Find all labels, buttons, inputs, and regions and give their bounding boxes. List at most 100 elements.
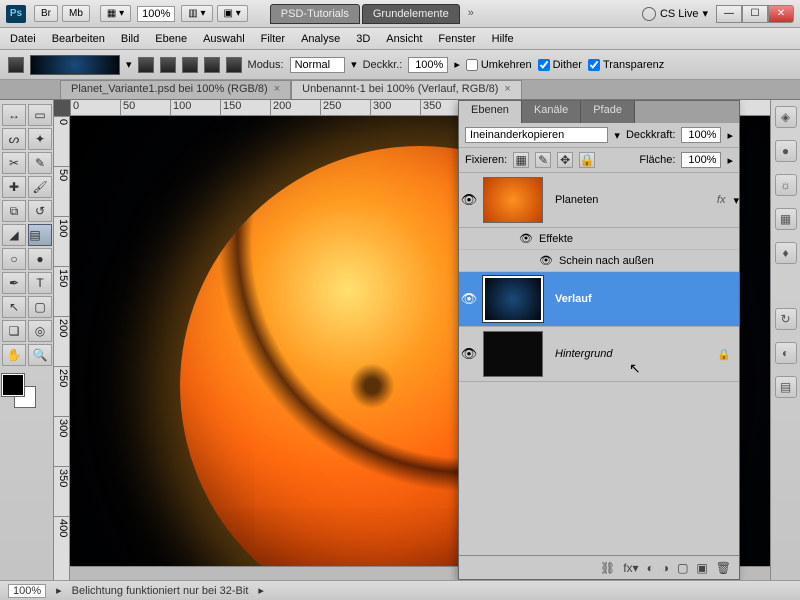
lock-transparency-icon[interactable]: ▦ [513, 152, 529, 168]
menu-ansicht[interactable]: Ansicht [386, 33, 422, 45]
history-dock-icon[interactable]: ↻ [775, 308, 797, 330]
layer-fill-input[interactable]: 100% [681, 152, 721, 168]
opacity-input[interactable]: 100% [408, 57, 448, 73]
visibility-icon[interactable]: 👁 [539, 254, 553, 267]
shape-tool[interactable]: ▢ [28, 296, 52, 318]
zoom-tool[interactable]: 🔍 [28, 344, 52, 366]
menu-3d[interactable]: 3D [356, 33, 370, 45]
3d-camera-tool[interactable]: ◎ [28, 320, 52, 342]
close-button[interactable]: ✕ [768, 5, 794, 23]
menu-filter[interactable]: Filter [261, 33, 285, 45]
menu-hilfe[interactable]: Hilfe [492, 33, 514, 45]
layer-thumbnail[interactable] [483, 177, 543, 223]
layer-style-icon[interactable]: fx▾ [623, 561, 638, 575]
type-tool[interactable]: T [28, 272, 52, 294]
arrow-right-icon[interactable]: ▸ [727, 129, 733, 142]
cslive-icon[interactable] [642, 7, 656, 21]
menu-analyse[interactable]: Analyse [301, 33, 340, 45]
color-swatches[interactable] [2, 374, 42, 414]
layer-row[interactable]: 👁 Verlauf [459, 272, 739, 327]
maximize-button[interactable]: ☐ [742, 5, 768, 23]
magic-wand-tool[interactable]: ✦ [28, 128, 52, 150]
linear-gradient-icon[interactable] [138, 57, 154, 73]
dither-checkbox[interactable]: Dither [538, 59, 582, 71]
lock-position-icon[interactable]: ✥ [557, 152, 573, 168]
workspace-tab[interactable]: PSD-Tutorials [270, 4, 360, 24]
color-dock-icon[interactable]: ● [775, 140, 797, 162]
tab-pfade[interactable]: Pfade [581, 101, 635, 123]
document-tab[interactable]: Planet_Variante1.psd bei 100% (RGB/8)× [60, 80, 291, 99]
eraser-tool[interactable]: ◢ [2, 224, 26, 246]
bridge-button[interactable]: Br [34, 5, 58, 22]
chevron-down-icon[interactable]: ▾ [126, 58, 132, 71]
menu-bild[interactable]: Bild [121, 33, 139, 45]
reverse-checkbox[interactable]: Umkehren [466, 59, 532, 71]
info-dock-icon[interactable]: ▤ [775, 376, 797, 398]
angle-gradient-icon[interactable] [182, 57, 198, 73]
dodge-tool[interactable]: ● [28, 248, 52, 270]
adjustments-dock-icon[interactable]: ☼ [775, 174, 797, 196]
lock-pixels-icon[interactable]: ✎ [535, 152, 551, 168]
layer-row[interactable]: 👁 Planeten fx ▾ [459, 173, 739, 228]
crop-tool[interactable]: ✂ [2, 152, 26, 174]
pen-tool[interactable]: ✒ [2, 272, 26, 294]
brush-dock-icon[interactable]: ◐ [775, 342, 797, 364]
gradient-tool[interactable]: ▤ [28, 224, 52, 246]
visibility-icon[interactable]: 👁 [459, 289, 479, 309]
lock-all-icon[interactable]: 🔒 [579, 152, 595, 168]
chevron-down-icon[interactable]: ▾ [702, 7, 708, 20]
outer-glow-row[interactable]: 👁 Schein nach außen [459, 250, 739, 272]
menu-datei[interactable]: Datei [10, 33, 36, 45]
layers-dock-icon[interactable]: ◈ [775, 106, 797, 128]
chevron-down-icon[interactable]: ▾ [614, 129, 620, 142]
view-extras-button[interactable]: ▦ ▾ [100, 5, 131, 22]
visibility-icon[interactable]: 👁 [519, 232, 533, 245]
swatches-dock-icon[interactable]: ▦ [775, 208, 797, 230]
chevron-down-icon[interactable]: ▾ [351, 58, 357, 71]
cslive-label[interactable]: CS Live [660, 8, 699, 20]
path-select-tool[interactable]: ↖ [2, 296, 26, 318]
layer-thumbnail[interactable] [483, 276, 543, 322]
healing-tool[interactable]: ✚ [2, 176, 26, 198]
layer-opacity-input[interactable]: 100% [681, 127, 721, 143]
history-brush-tool[interactable]: ↺ [28, 200, 52, 222]
menu-ebene[interactable]: Ebene [155, 33, 187, 45]
workspace-tab[interactable]: Grundelemente [362, 4, 460, 24]
link-layers-icon[interactable]: ⛓ [600, 561, 615, 575]
visibility-icon[interactable]: 👁 [459, 190, 479, 210]
menu-fenster[interactable]: Fenster [438, 33, 475, 45]
blend-mode-select[interactable]: Normal [290, 57, 345, 73]
tab-kanaele[interactable]: Kanäle [522, 101, 581, 123]
hand-tool[interactable]: ✋ [2, 344, 26, 366]
menu-bearbeiten[interactable]: Bearbeiten [52, 33, 105, 45]
arrange-button[interactable]: ▥ ▾ [181, 5, 212, 22]
group-icon[interactable]: ▢ [677, 561, 688, 575]
brush-tool[interactable]: 🖌 [28, 176, 52, 198]
lasso-tool[interactable]: ᔕ [2, 128, 26, 150]
more-workspaces-icon[interactable]: » [462, 4, 480, 24]
blur-tool[interactable]: ○ [2, 248, 26, 270]
screen-mode-button[interactable]: ▣ ▾ [217, 5, 248, 22]
delete-layer-icon[interactable]: 🗑 [716, 561, 731, 575]
chevron-down-icon[interactable]: ▾ [733, 194, 739, 207]
foreground-color[interactable] [2, 374, 24, 396]
adjustment-layer-icon[interactable]: ◑ [662, 561, 669, 575]
layer-thumbnail[interactable] [483, 331, 543, 377]
diamond-gradient-icon[interactable] [226, 57, 242, 73]
layer-name[interactable]: Planeten [547, 194, 717, 206]
move-tool[interactable]: ↔ [2, 104, 26, 126]
new-layer-icon[interactable]: ▣ [696, 561, 707, 575]
zoom-level[interactable]: 100% [137, 6, 175, 22]
marquee-tool[interactable]: ▭ [28, 104, 52, 126]
layer-blend-mode-select[interactable]: Ineinanderkopieren [465, 127, 608, 143]
status-zoom[interactable]: 100% [8, 584, 46, 598]
visibility-icon[interactable]: 👁 [459, 344, 479, 364]
tool-preset-picker[interactable] [8, 57, 24, 73]
tab-ebenen[interactable]: Ebenen [459, 101, 522, 123]
document-tab[interactable]: Unbenannt-1 bei 100% (Verlauf, RGB/8)× [291, 80, 522, 99]
3d-tool[interactable]: ❏ [2, 320, 26, 342]
minimize-button[interactable]: — [716, 5, 742, 23]
layer-name[interactable]: Verlauf [547, 293, 739, 305]
doc-info-icon[interactable]: ▸ [56, 584, 62, 597]
close-icon[interactable]: × [274, 83, 280, 95]
